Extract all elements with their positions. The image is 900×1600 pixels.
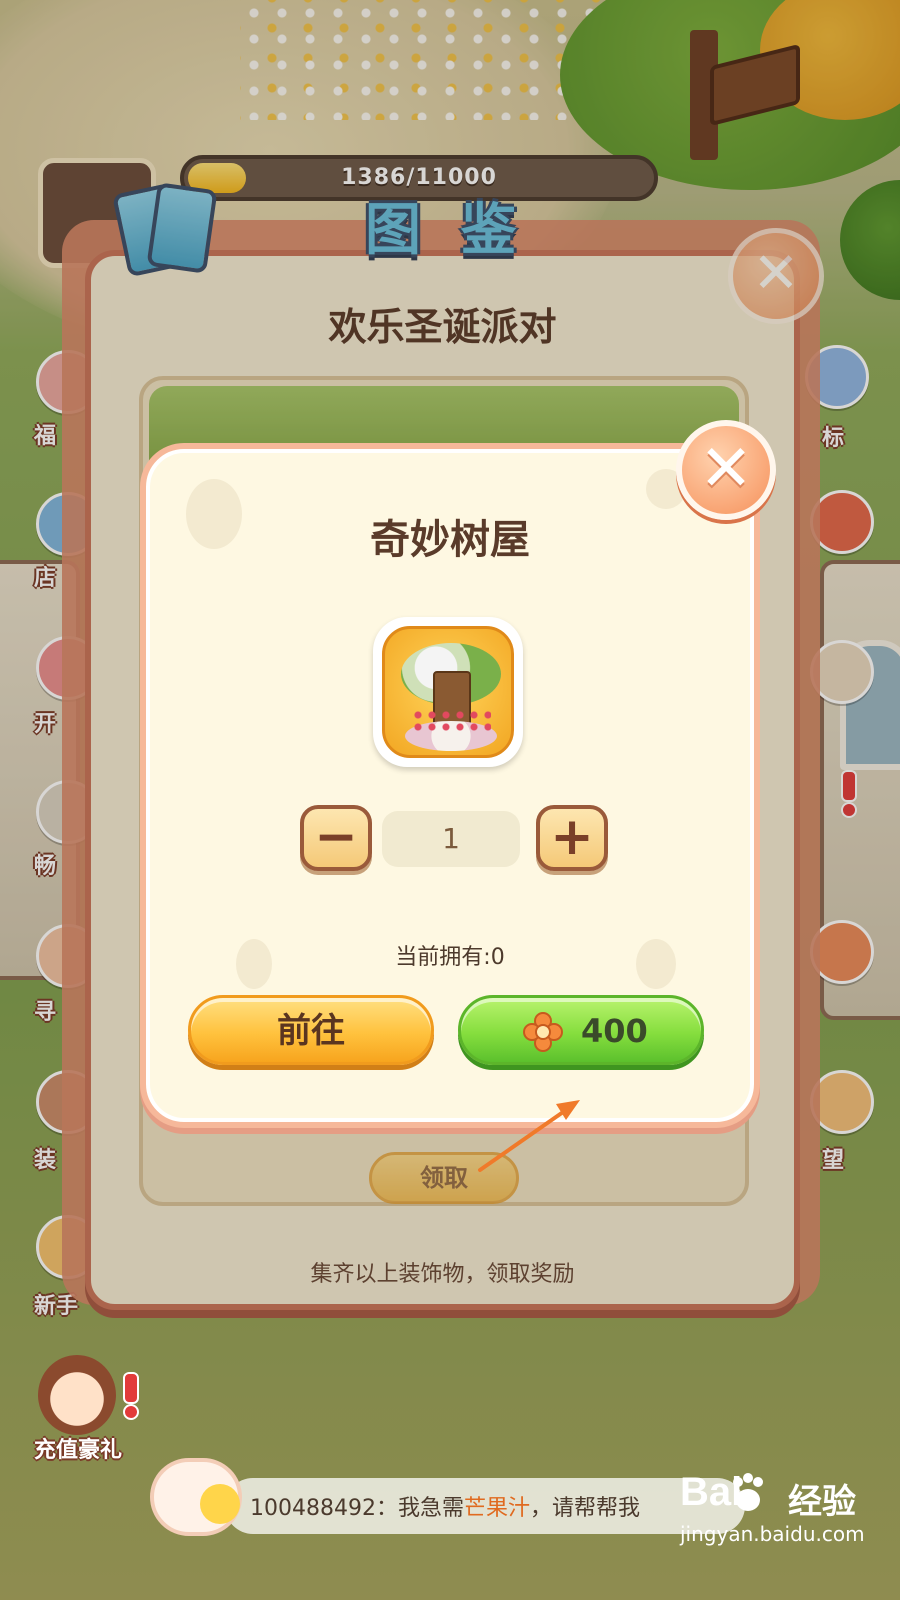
buy-button[interactable]: 400 (458, 995, 704, 1065)
alert-badge-icon (118, 1372, 140, 1420)
dialog-title: 奇妙树屋 (370, 517, 530, 563)
baidu-jingyan-watermark: Bai 经验 jingyan.baidu.com (680, 1470, 880, 1560)
treehouse-icon (382, 626, 514, 758)
item-preview-frame (373, 617, 523, 767)
quantity-field[interactable]: 1 (382, 811, 520, 867)
watermark-url: jingyan.baidu.com (680, 1522, 865, 1546)
chat-suffix: ，请帮帮我 (530, 1496, 641, 1521)
item-purchase-dialog: 奇妙树屋 − 1 + 当前拥有:0 前往 400 (140, 443, 760, 1128)
flower-coin-icon (523, 1012, 563, 1052)
chat-highlight-item: 芒果汁 (464, 1496, 531, 1521)
plus-icon: + (550, 807, 594, 867)
recharge-gift-avatar[interactable] (38, 1355, 116, 1435)
watermark-brand: 经验 (788, 1482, 856, 1522)
increase-quantity-button[interactable]: + (536, 805, 608, 871)
goto-button-label: 前往 (277, 1011, 345, 1051)
paw-icon (733, 1473, 763, 1511)
chat-prefix: ：我急需 (375, 1496, 464, 1521)
buy-price: 400 (581, 1012, 648, 1050)
chat-bubble-icon[interactable] (150, 1458, 242, 1536)
close-dialog-button[interactable]: ✕ (676, 420, 776, 520)
chat-user-id: 100488492 (250, 1496, 376, 1521)
goto-button[interactable]: 前往 (188, 995, 434, 1065)
close-icon: ✕ (699, 432, 753, 506)
chat-message: 100488492：我急需芒果汁，请帮帮我 (250, 1490, 640, 1522)
recharge-gift-label: 充值豪礼 (34, 1438, 123, 1463)
decrease-quantity-button[interactable]: − (300, 805, 372, 871)
minus-icon: − (314, 807, 358, 867)
owned-count-text: 当前拥有:0 (395, 945, 505, 970)
